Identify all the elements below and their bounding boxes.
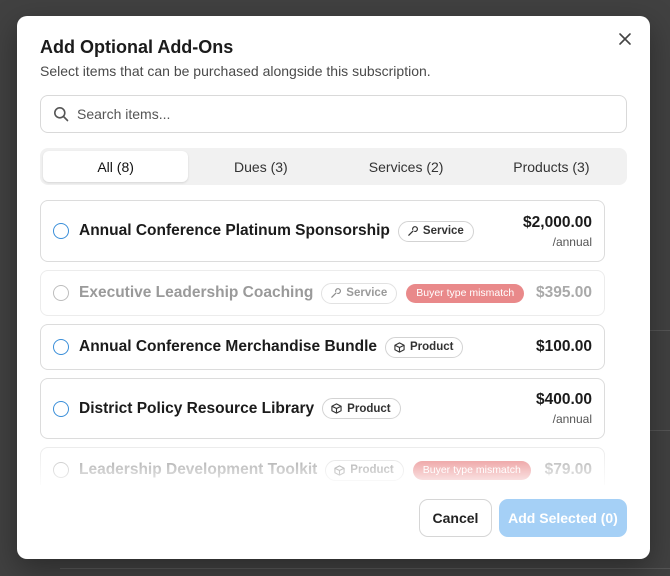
tab-all[interactable]: All (8) xyxy=(43,151,189,182)
item-name: District Policy Resource Library xyxy=(79,399,315,417)
search-input[interactable] xyxy=(77,106,617,122)
item-name: Annual Conference Platinum Sponsorship xyxy=(79,222,390,239)
list-item: Leadership Development Toolkit Product B… xyxy=(40,447,605,485)
type-label: Product xyxy=(347,402,391,415)
item-price: $2,000.00 xyxy=(523,213,592,231)
list-item[interactable]: Annual Conference Merchandise Bundle Pro… xyxy=(40,324,605,370)
price-block: $395.00 xyxy=(536,284,592,302)
item-price: $100.00 xyxy=(535,338,592,355)
add-ons-dialog: Add Optional Add-Ons Select items that c… xyxy=(17,16,650,559)
item-name: Executive Leadership Coaching xyxy=(79,284,314,301)
dialog-subtitle: Select items that can be purchased along… xyxy=(40,63,431,79)
type-badge: Product xyxy=(385,336,464,358)
item-name: Leadership Development Toolkit xyxy=(79,461,318,478)
box-icon xyxy=(331,403,342,414)
wrench-icon xyxy=(408,225,418,236)
price-block: $400.00 /annual xyxy=(536,391,592,426)
type-badge: Service xyxy=(397,220,474,242)
items-list[interactable]: Annual Conference Platinum Sponsorship S… xyxy=(40,200,606,485)
item-price: $395.00 xyxy=(535,284,592,301)
search-icon xyxy=(54,107,69,122)
list-item[interactable]: District Policy Resource Library Product… xyxy=(40,378,605,439)
type-badge: Service xyxy=(321,282,398,304)
close-icon[interactable] xyxy=(618,32,632,46)
type-badge: Product xyxy=(322,398,401,419)
list-item: Executive Leadership Coaching Service Bu… xyxy=(40,270,605,316)
price-block: $2,000.00 /annual xyxy=(523,214,592,249)
item-radio[interactable] xyxy=(53,400,69,417)
type-label: Product xyxy=(350,464,394,476)
tab-services[interactable]: Services (2) xyxy=(334,151,479,182)
item-period: /annual xyxy=(552,412,592,426)
cancel-button[interactable]: Cancel xyxy=(419,499,492,537)
buyer-mismatch-badge: Buyer type mismatch xyxy=(412,460,531,480)
type-label: Product xyxy=(410,341,454,353)
item-price: $400.00 xyxy=(535,391,592,408)
type-label: Service xyxy=(422,225,464,237)
list-item[interactable]: Annual Conference Platinum Sponsorship S… xyxy=(40,200,605,262)
filter-tabs: All (8) Dues (3) Services (2) Products (… xyxy=(40,148,627,185)
box-icon xyxy=(394,341,405,353)
price-block: $100.00 xyxy=(536,338,592,356)
item-radio[interactable] xyxy=(53,223,69,239)
item-radio xyxy=(53,285,69,301)
price-block: $79.00 xyxy=(545,461,592,479)
item-price: $79.00 xyxy=(544,461,592,478)
item-name: Annual Conference Merchandise Bundle xyxy=(79,338,377,355)
type-label: Service xyxy=(346,287,388,299)
box-icon xyxy=(334,464,345,476)
tab-products[interactable]: Products (3) xyxy=(479,151,624,182)
buyer-mismatch-badge: Buyer type mismatch xyxy=(406,283,525,303)
add-selected-button[interactable]: Add Selected (0) xyxy=(499,499,627,537)
dialog-title: Add Optional Add-Ons xyxy=(40,37,234,57)
search-box[interactable] xyxy=(40,95,627,133)
close-button[interactable] xyxy=(614,28,636,50)
type-badge: Product xyxy=(325,459,404,481)
item-radio[interactable] xyxy=(53,339,69,355)
wrench-icon xyxy=(331,287,342,298)
tab-dues[interactable]: Dues (3) xyxy=(188,151,333,182)
item-period: /annual xyxy=(552,234,592,249)
item-radio xyxy=(53,462,69,478)
